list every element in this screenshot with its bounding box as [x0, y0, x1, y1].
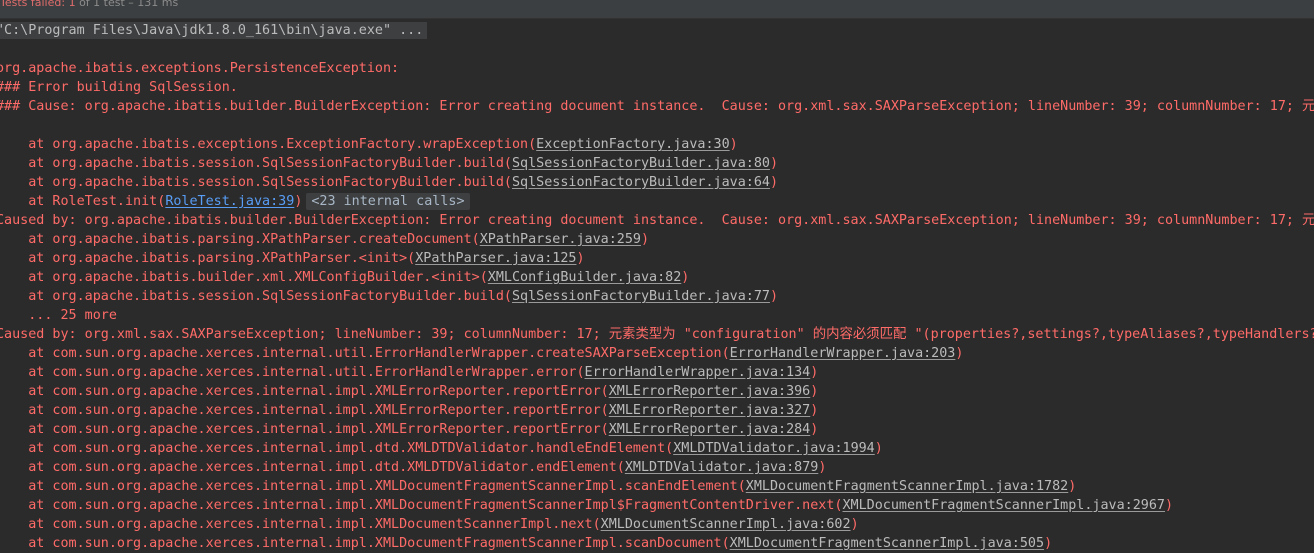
stack-frame-close: ) [769, 175, 779, 190]
stack-frame-close: ) [640, 232, 650, 247]
console-error-line: ### Cause: org.apache.ibatis.builder.Bui… [0, 99, 1314, 114]
source-file-link[interactable]: XMLDocumentScannerImpl.java:602 [601, 517, 851, 532]
stack-frame-method: at com.sun.org.apache.xerces.internal.im… [0, 479, 746, 494]
stack-frame-line: at org.apache.ibatis.exceptions.Exceptio… [0, 135, 1314, 154]
tests-failed-count: 1 [68, 0, 76, 9]
source-file-link[interactable]: XMLConfigBuilder.java:82 [488, 270, 681, 285]
source-file-link[interactable]: XPathParser.java:259 [480, 232, 641, 247]
stack-frame-line: at com.sun.org.apache.xerces.internal.im… [0, 515, 1314, 534]
stack-frame-line: at com.sun.org.apache.xerces.internal.im… [0, 420, 1314, 439]
stack-frame-line: at com.sun.org.apache.xerces.internal.im… [0, 439, 1314, 458]
stack-frame-close: ) [1044, 536, 1053, 551]
source-file-link[interactable]: XMLDTDValidator.java:1994 [673, 441, 875, 456]
stack-frame-close: ) [810, 403, 819, 418]
stack-frame-line: at org.apache.ibatis.session.SqlSessionF… [0, 173, 1314, 192]
stack-frame-method: at org.apache.ibatis.parsing.XPathParser… [0, 232, 480, 247]
stack-frame-line: at com.sun.org.apache.xerces.internal.im… [0, 534, 1314, 553]
stack-frame-line: at com.sun.org.apache.xerces.internal.ut… [0, 363, 1314, 382]
stack-frame-line: at org.apache.ibatis.parsing.XPathParser… [0, 230, 1314, 249]
stack-frame-close: ) [681, 270, 690, 285]
console-output[interactable]: "C:\Program Files\Java\jdk1.8.0_161\bin\… [0, 21, 1314, 553]
stack-frame-line: at com.sun.org.apache.xerces.internal.im… [0, 458, 1314, 477]
source-file-link[interactable]: XMLDTDValidator.java:879 [625, 460, 818, 475]
run-console[interactable]: Tests failed: 1 of 1 test – 131 ms "C:\P… [0, 0, 1314, 553]
source-file-link[interactable]: XMLErrorReporter.java:396 [609, 384, 811, 399]
stack-frame-line: at org.apache.ibatis.session.SqlSessionF… [0, 287, 1314, 306]
stack-frame-line: at RoleTest.init(RoleTest.java:39) <23 in… [0, 192, 1314, 211]
internal-calls-fold[interactable]: <23 internal calls> [306, 193, 470, 210]
stack-frame-method: at com.sun.org.apache.xerces.internal.ut… [0, 346, 730, 361]
stack-frame-method: at com.sun.org.apache.xerces.internal.im… [0, 517, 601, 532]
source-file-link[interactable]: SqlSessionFactoryBuilder.java:77 [512, 289, 770, 304]
source-file-link[interactable]: SqlSessionFactoryBuilder.java:64 [512, 175, 770, 190]
stack-frame-close: ) [874, 441, 883, 456]
stack-frame-close: ) [850, 517, 859, 532]
stack-frame-line: at com.sun.org.apache.xerces.internal.im… [0, 496, 1314, 515]
console-error-line: ### Error building SqlSession. [0, 80, 238, 95]
stack-frame-method: at RoleTest.init( [0, 194, 166, 209]
stack-frame-method: at org.apache.ibatis.builder.xml.XMLConf… [0, 270, 488, 285]
stack-frame-close: ) [1164, 498, 1174, 513]
source-file-link[interactable]: SqlSessionFactoryBuilder.java:80 [512, 156, 770, 171]
stack-frame-close: ) [818, 460, 827, 475]
source-file-link[interactable]: XPathParser.java:125 [415, 251, 576, 266]
stack-frame-method: at com.sun.org.apache.xerces.internal.im… [0, 441, 674, 456]
stack-frame-close: ) [955, 346, 964, 361]
stack-frame-method: at com.sun.org.apache.xerces.internal.im… [0, 403, 609, 418]
stack-frame-line: at org.apache.ibatis.parsing.XPathParser… [0, 249, 1314, 268]
stack-frame-close: ) [769, 289, 779, 304]
command-text[interactable]: "C:\Program Files\Java\jdk1.8.0_161\bin\… [0, 22, 428, 39]
console-error-line: Caused by: org.xml.sax.SAXParseException… [0, 327, 1314, 342]
source-file-link[interactable]: RoleTest.java:39 [165, 194, 294, 209]
stack-frame-method: at com.sun.org.apache.xerces.internal.im… [0, 384, 609, 399]
stack-frame-close: ) [294, 194, 303, 209]
test-status-bar: Tests failed: 1 of 1 test – 131 ms [0, 0, 1314, 19]
source-file-link[interactable]: XMLDocumentFragmentScannerImpl.java:1782 [746, 479, 1068, 494]
stack-frame-method: at org.apache.ibatis.session.SqlSessionF… [0, 175, 512, 190]
source-file-link[interactable]: XMLDocumentFragmentScannerImpl.java:2967 [843, 498, 1165, 513]
stack-frame-close: ) [810, 384, 819, 399]
source-file-link[interactable]: ErrorHandlerWrapper.java:134 [585, 365, 811, 380]
stack-frame-method: at com.sun.org.apache.xerces.internal.im… [0, 460, 625, 475]
stack-frame-close: ) [769, 156, 779, 171]
stack-frame-method: at org.apache.ibatis.exceptions.Exceptio… [0, 137, 537, 152]
stack-frame-method: at com.sun.org.apache.xerces.internal.im… [0, 536, 730, 551]
console-error-line: org.apache.ibatis.exceptions.Persistence… [0, 61, 408, 76]
source-file-link[interactable]: XMLErrorReporter.java:327 [609, 403, 811, 418]
stack-frame-line: at com.sun.org.apache.xerces.internal.im… [0, 401, 1314, 420]
source-file-link[interactable]: XMLErrorReporter.java:284 [609, 422, 811, 437]
stack-frame-line: at com.sun.org.apache.xerces.internal.im… [0, 477, 1314, 496]
stack-frame-line: at com.sun.org.apache.xerces.internal.im… [0, 382, 1314, 401]
stack-frame-line: at org.apache.ibatis.builder.xml.XMLConf… [0, 268, 1314, 287]
stack-frame-close: ) [729, 137, 738, 152]
stack-frame-method: at org.apache.ibatis.parsing.XPathParser… [0, 251, 416, 266]
stack-frame-close: ) [1068, 479, 1077, 494]
stack-frame-close: ) [810, 422, 819, 437]
stack-frame-method: at org.apache.ibatis.session.SqlSessionF… [0, 289, 512, 304]
stack-frame-method: at com.sun.org.apache.xerces.internal.im… [0, 498, 843, 513]
console-error-line: ... 25 more [0, 308, 117, 323]
tests-failed-label: Tests failed: [0, 0, 66, 9]
source-file-link[interactable]: ExceptionFactory.java:30 [536, 137, 729, 152]
console-command-line: "C:\Program Files\Java\jdk1.8.0_161\bin\… [0, 21, 1314, 40]
stack-frame-method: at com.sun.org.apache.xerces.internal.ut… [0, 365, 585, 380]
tests-summary: of 1 test – 131 ms [79, 0, 179, 9]
stack-frame-line: at org.apache.ibatis.session.SqlSessionF… [0, 154, 1314, 173]
stack-frame-line: at com.sun.org.apache.xerces.internal.ut… [0, 344, 1314, 363]
source-file-link[interactable]: XMLDocumentFragmentScannerImpl.java:505 [730, 536, 1044, 551]
stack-frame-method: at org.apache.ibatis.session.SqlSessionF… [0, 156, 512, 171]
stack-frame-close: ) [576, 251, 585, 266]
stack-frame-close: ) [810, 365, 819, 380]
console-error-line: Caused by: org.apache.ibatis.builder.Bui… [0, 213, 1314, 228]
source-file-link[interactable]: ErrorHandlerWrapper.java:203 [730, 346, 956, 361]
stack-frame-method: at com.sun.org.apache.xerces.internal.im… [0, 422, 609, 437]
test-status: Tests failed: 1 of 1 test – 131 ms [0, 0, 178, 9]
